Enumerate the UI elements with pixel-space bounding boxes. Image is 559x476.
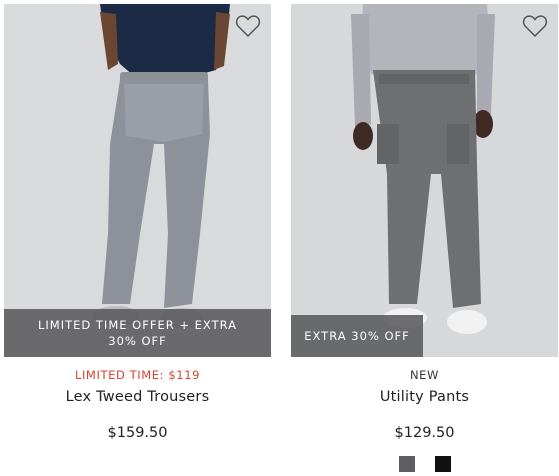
limited-time-price: LIMITED TIME: $119 <box>74 368 201 382</box>
product-info: NEW Utility Pants $129.50 <box>291 367 558 472</box>
promo-badge: LIMITED TIME OFFER + EXTRA 30% OFF <box>4 309 271 357</box>
product-name[interactable]: Lex Tweed Trousers <box>4 387 271 407</box>
product-price: $159.50 <box>107 425 168 441</box>
product-image[interactable]: LIMITED TIME OFFER + EXTRA 30% OFF <box>4 4 271 357</box>
color-swatch-grey[interactable] <box>398 456 415 472</box>
heart-outline-icon[interactable] <box>522 14 548 38</box>
product-photo <box>291 4 558 357</box>
product-name[interactable]: Utility Pants <box>291 387 558 407</box>
product-info: LIMITED TIME: $119 Lex Tweed Trousers $1… <box>4 367 271 443</box>
product-grid: LIMITED TIME OFFER + EXTRA 30% OFF LIMIT… <box>0 0 559 476</box>
color-swatches <box>291 456 558 472</box>
product-photo <box>4 4 271 357</box>
product-card-utility-pants[interactable]: EXTRA 30% OFF NEW Utility Pants $129.50 <box>291 4 558 472</box>
product-price: $129.50 <box>394 425 455 441</box>
promo-badge: EXTRA 30% OFF <box>291 315 423 357</box>
product-image[interactable]: EXTRA 30% OFF <box>291 4 558 357</box>
color-swatch-black[interactable] <box>434 456 451 472</box>
new-tag: NEW <box>409 368 440 382</box>
product-card-lex-tweed-trousers[interactable]: LIMITED TIME OFFER + EXTRA 30% OFF LIMIT… <box>4 4 271 443</box>
heart-outline-icon[interactable] <box>235 14 261 38</box>
